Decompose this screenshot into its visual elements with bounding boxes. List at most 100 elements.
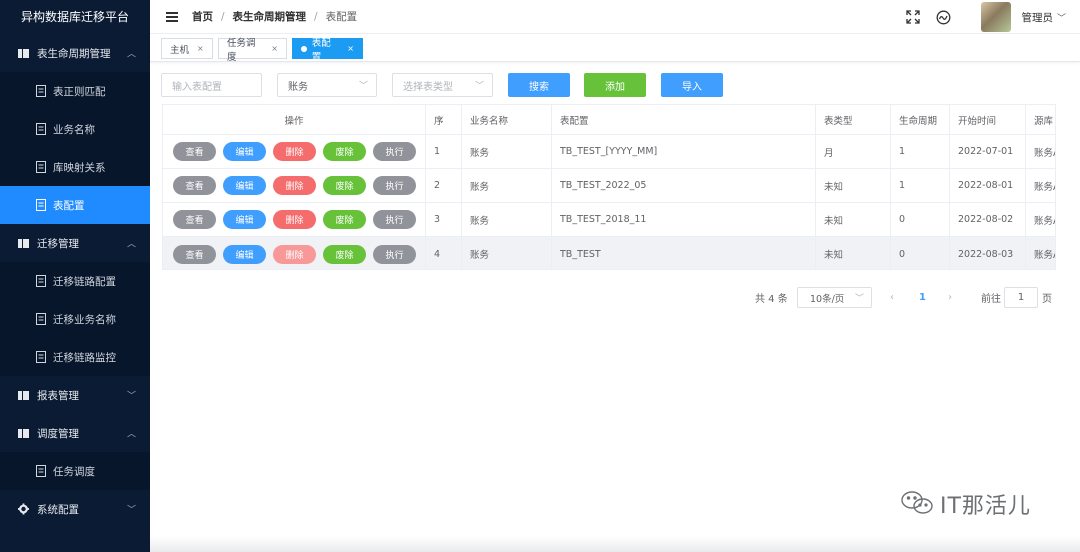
delete-button[interactable]: 删除 — [273, 176, 316, 195]
sidebar-group-schedule[interactable]: 调度管理 ︿ — [0, 414, 150, 452]
cell-source: 账务A — [1026, 135, 1055, 168]
abolish-button[interactable]: 废除 — [323, 142, 366, 161]
add-button[interactable]: 添加 — [584, 73, 646, 97]
sidebar-item-label: 库映射关系 — [53, 161, 106, 174]
cell-lifecycle: 0 — [891, 237, 950, 269]
cell-seq: 2 — [426, 169, 462, 202]
cell-business: 账务 — [462, 135, 552, 168]
tab-table-config[interactable]: 表配置 × — [292, 38, 363, 63]
column-header: 序 — [426, 105, 462, 134]
sidebar-item-label: 迁移业务名称 — [53, 313, 116, 326]
user-name[interactable]: 管理员 — [1021, 10, 1053, 25]
tab-host[interactable]: 主机 × — [161, 38, 213, 59]
breadcrumb-lifecycle[interactable]: 表生命周期管理 — [233, 9, 307, 24]
sidebar-item-label: 迁移链路监控 — [53, 351, 116, 364]
column-header: 开始时间 — [950, 105, 1026, 134]
view-button[interactable]: 查看 — [173, 142, 216, 161]
sidebar-group-label: 报表管理 — [37, 389, 79, 402]
close-icon[interactable]: × — [197, 44, 204, 53]
goto-page-input[interactable]: 1 — [1004, 287, 1038, 308]
edit-button[interactable]: 编辑 — [223, 244, 266, 264]
table-config-input[interactable]: 输入表配置 — [161, 73, 262, 97]
abolish-button[interactable]: 废除 — [323, 210, 366, 229]
gear-icon — [18, 503, 29, 515]
table-header-row: 操作 序 业务名称 表配置 表类型 生命周期 开始时间 源库 — [163, 105, 1055, 135]
edit-button[interactable]: 编辑 — [223, 142, 266, 161]
view-button[interactable]: 查看 — [173, 210, 216, 229]
table-row: 查看 编辑 删除 废除 执行 1 账务 TB_TEST_[YYYY_MM] 月 … — [163, 135, 1055, 169]
sidebar-item-task-schedule[interactable]: 任务调度 — [0, 452, 150, 490]
chevron-up-icon: ︿ — [126, 49, 136, 60]
abolish-button[interactable]: 废除 — [323, 176, 366, 195]
page-number[interactable]: 1 — [919, 287, 926, 307]
cell-config: TB_TEST_[YYYY_MM] — [552, 135, 816, 168]
search-button[interactable]: 搜索 — [508, 73, 570, 97]
book-icon — [18, 428, 29, 439]
table-row: 查看 编辑 删除 废除 执行 4 账务 TB_TEST 未知 0 2022-08… — [163, 237, 1055, 269]
cell-business: 账务 — [462, 169, 552, 202]
execute-button[interactable]: 执行 — [373, 210, 416, 229]
sidebar-item-regex[interactable]: 表正则匹配 — [0, 72, 150, 110]
sidebar-group-lifecycle[interactable]: 表生命周期管理 ︿ — [0, 34, 150, 72]
sidebar-item-link-monitor[interactable]: 迁移链路监控 — [0, 338, 150, 376]
edit-button[interactable]: 编辑 — [223, 210, 266, 229]
execute-button[interactable]: 执行 — [373, 244, 416, 264]
menu-toggle-icon[interactable] — [166, 11, 178, 22]
sidebar-item-table-config[interactable]: 表配置 — [0, 186, 150, 224]
delete-button[interactable]: 删除 — [273, 210, 316, 229]
import-button[interactable]: 导入 — [661, 73, 723, 97]
page-size-select[interactable]: 10条/页 ﹀ — [797, 287, 872, 308]
chevron-down-icon: ﹀ — [854, 294, 864, 304]
delete-button[interactable]: 删除 — [273, 244, 316, 264]
next-page-icon[interactable]: › — [948, 287, 952, 307]
sidebar-group-report[interactable]: 报表管理 ﹀ — [0, 376, 150, 414]
view-button[interactable]: 查看 — [173, 244, 216, 264]
doc-icon — [36, 123, 46, 135]
doc-icon — [36, 199, 46, 211]
edit-button[interactable]: 编辑 — [223, 176, 266, 195]
chevron-up-icon: ︿ — [126, 429, 136, 440]
cell-seq: 1 — [426, 135, 462, 168]
prev-page-icon[interactable]: ‹ — [890, 287, 894, 307]
execute-button[interactable]: 执行 — [373, 142, 416, 161]
tab-task-schedule[interactable]: 任务调度 × — [218, 38, 287, 63]
pagination-total: 共 4 条 — [755, 293, 788, 305]
cell-lifecycle: 0 — [891, 203, 950, 236]
abolish-button[interactable]: 废除 — [323, 244, 366, 264]
fullscreen-icon[interactable] — [905, 9, 921, 25]
tab-label: 任务调度 — [227, 37, 256, 63]
cell-lifecycle: 1 — [891, 135, 950, 168]
book-icon — [18, 238, 29, 249]
cell-start-time: 2022-08-03 — [950, 237, 1026, 269]
sidebar-item-migration-business[interactable]: 迁移业务名称 — [0, 300, 150, 338]
app-title: 异构数据库迁移平台 — [20, 10, 129, 24]
delete-button[interactable]: 删除 — [273, 142, 316, 161]
column-header: 源库 — [1026, 105, 1055, 134]
breadcrumb: 首页 / 表生命周期管理 / 表配置 — [192, 9, 357, 24]
chevron-down-icon[interactable]: ﹀ — [1057, 11, 1066, 24]
execute-button[interactable]: 执行 — [373, 176, 416, 195]
table-config-table: 操作 序 业务名称 表配置 表类型 生命周期 开始时间 源库 查看 编辑 删除 … — [162, 104, 1056, 270]
avatar[interactable] — [981, 2, 1012, 32]
page-size-value: 10条/页 — [810, 293, 845, 305]
table-type-select[interactable]: 选择表类型 ﹀ — [392, 73, 493, 97]
sidebar-item-business-name[interactable]: 业务名称 — [0, 110, 150, 148]
column-header: 操作 — [163, 105, 426, 134]
cell-type: 未知 — [816, 169, 891, 202]
cell-config: TB_TEST_2022_05 — [552, 169, 816, 202]
sidebar-group-migration[interactable]: 迁移管理 ︿ — [0, 224, 150, 262]
view-button[interactable]: 查看 — [173, 176, 216, 195]
breadcrumb-home[interactable]: 首页 — [192, 9, 213, 24]
watermark: IT那活儿 — [900, 488, 1031, 520]
close-icon[interactable]: × — [271, 44, 278, 53]
close-icon[interactable]: × — [347, 44, 354, 53]
breadcrumb-separator: / — [221, 10, 225, 23]
theme-icon[interactable] — [935, 9, 951, 25]
sidebar-item-link-config[interactable]: 迁移链路配置 — [0, 262, 150, 300]
business-select[interactable]: 账务 ﹀ — [277, 73, 377, 97]
active-dot-icon — [301, 45, 307, 52]
sidebar-item-db-mapping[interactable]: 库映射关系 — [0, 148, 150, 186]
sidebar-group-system[interactable]: 系统配置 ﹀ — [0, 490, 150, 528]
row-actions: 查看 编辑 删除 废除 执行 — [163, 237, 426, 269]
chevron-up-icon: ︿ — [126, 239, 136, 250]
